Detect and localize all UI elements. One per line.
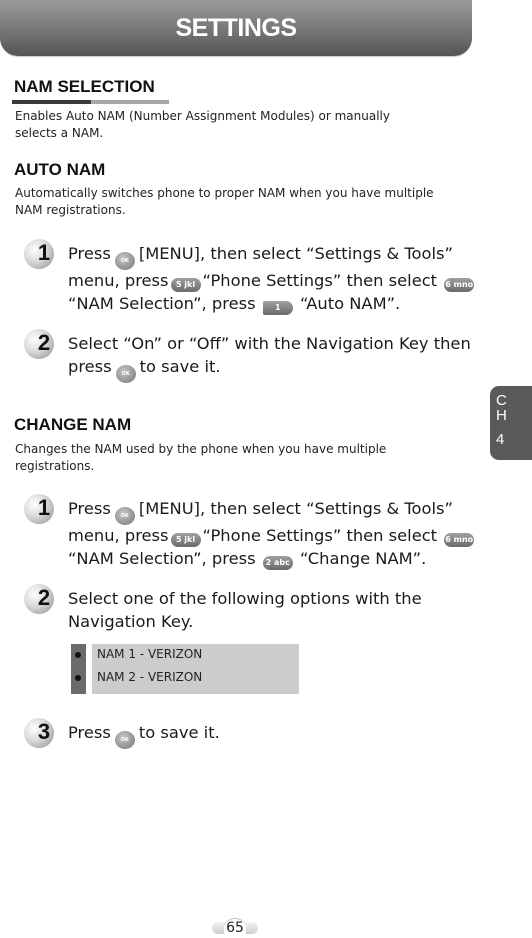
nam-selection-description: Enables Auto NAM (Number Assignment Modu… — [15, 108, 455, 142]
key-1-icon: 1 — [262, 300, 293, 315]
section-title-nam-selection: NAM SELECTION — [14, 77, 155, 96]
description-line: selects a NAM. — [15, 126, 104, 140]
description-line: Automatically switches phone to proper N… — [15, 186, 434, 200]
step-number-badge: 2 — [24, 329, 58, 363]
step-number-badge: 1 — [24, 494, 58, 528]
title-underline — [12, 100, 169, 104]
ok-key-icon: OK — [115, 364, 136, 383]
section-title-auto-nam: AUTO NAM — [14, 160, 106, 179]
step-text: Select one of the following options with… — [68, 589, 422, 631]
description-line: registrations. — [15, 459, 95, 473]
bullet-icon — [75, 652, 81, 658]
step-text: Select “On” or “Off” with the Navigation… — [68, 333, 488, 383]
step-number-badge: 3 — [24, 718, 58, 752]
description-line: NAM registrations. — [15, 203, 126, 217]
key-2-icon: 2 abc — [262, 555, 293, 570]
key-5-icon: 5 jkl — [170, 278, 201, 292]
nam-option: NAM 1 - VERIZON — [71, 645, 299, 665]
page-title: SETTINGS — [175, 14, 297, 42]
key-6-icon: 6 mno — [444, 533, 475, 547]
section-title-change-nam: CHANGE NAM — [14, 415, 132, 434]
step-number-badge: 2 — [24, 584, 58, 618]
nam-options-list: NAM 1 - VERIZON NAM 2 - VERIZON — [71, 644, 299, 694]
description-line: Changes the NAM used by the phone when y… — [15, 442, 387, 456]
change-nam-description: Changes the NAM used by the phone when y… — [15, 441, 455, 475]
step-text: Press OK [MENU], then select “Settings & T… — [68, 499, 475, 570]
key-6-icon: 6 mno — [444, 278, 475, 292]
page-number: 65 — [212, 918, 258, 938]
ok-key-icon: OK — [114, 731, 135, 749]
step-number-badge: 1 — [24, 239, 58, 273]
key-5-icon: 5 jkl — [170, 533, 201, 547]
step-text: Press OK to save it. — [68, 722, 488, 749]
header-banner: SETTINGS — [0, 0, 472, 56]
step-text: Press OK [MENU], then select “Settings & T… — [68, 244, 475, 315]
description-line: Enables Auto NAM (Number Assignment Modu… — [15, 109, 390, 123]
bullet-icon — [75, 675, 81, 681]
ok-key-icon: OK — [114, 507, 135, 525]
chapter-tab: C H 4 — [490, 386, 532, 460]
nam-option: NAM 2 - VERIZON — [71, 668, 299, 688]
ok-key-icon: OK — [114, 252, 135, 270]
auto-nam-description: Automatically switches phone to proper N… — [15, 185, 455, 219]
